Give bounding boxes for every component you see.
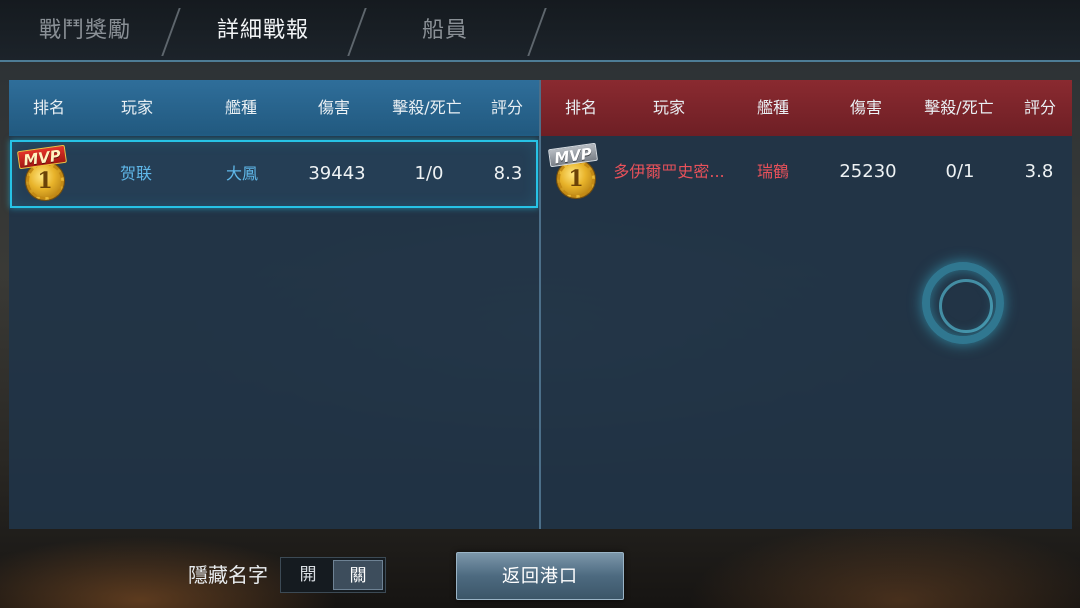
mvp-badge-silver: MVP 1 [547,142,599,200]
header-player: 玩家 [120,98,153,117]
header-player: 玩家 [652,98,685,117]
return-to-port-button[interactable]: 返回港口 [456,552,624,600]
score-value: 3.8 [1024,161,1054,182]
mvp-label: MVP [16,144,68,170]
tab-bar: 戰鬥獎勵 詳細戰報 船員 [0,0,1080,62]
tab-separator [347,8,367,56]
hide-names-toggle[interactable]: 開 關 [280,557,386,593]
score-value: 8.3 [493,163,523,184]
glow-ring-icon [922,262,1004,344]
header-score: 評分 [490,98,523,117]
enemy-header-row: 排名 玩家 艦種 傷害 擊殺/死亡 評分 [541,80,1072,136]
player-name: 多伊爾罒史密... [613,162,725,181]
header-score: 評分 [1023,98,1056,117]
mvp-badge-gold: MVP 1 [16,144,68,202]
header-rank: 排名 [564,98,597,117]
damage-value: 39443 [308,163,366,184]
ship-name: 瑞鶴 [756,162,789,181]
header-rank: 排名 [32,98,65,117]
header-kills-deaths: 擊殺/死亡 [924,98,994,117]
hide-names-label: 隱藏名字 [188,563,268,587]
ally-player-row[interactable]: MVP 1 贺联 大鳳 39443 1/0 8.3 [10,140,538,208]
header-damage: 傷害 [849,98,882,117]
tab-battle-rewards[interactable]: 戰鬥獎勵 [20,0,150,62]
player-name: 贺联 [119,164,152,183]
header-ship-type: 艦種 [224,98,257,117]
mvp-label: MVP [547,142,599,168]
hide-names-on-option[interactable]: 開 [283,560,333,590]
tab-separator [527,8,547,56]
header-ship-type: 艦種 [756,98,789,117]
header-damage: 傷害 [317,98,350,117]
kd-value: 0/1 [945,161,975,182]
ally-header-row: 排名 玩家 艦種 傷害 擊殺/死亡 評分 [9,80,539,136]
ship-name: 大鳳 [225,164,258,183]
tab-detailed-report[interactable]: 詳細戰報 [198,0,328,62]
tab-separator [161,8,181,56]
kd-value: 1/0 [414,163,444,184]
damage-value: 25230 [839,161,897,182]
enemy-player-row[interactable]: MVP 1 多伊爾罒史密... 瑞鶴 25230 0/1 3.8 [541,140,1072,208]
header-kills-deaths: 擊殺/死亡 [392,98,462,117]
ally-team-panel: 排名 玩家 艦種 傷害 擊殺/死亡 評分 MVP 1 贺联 大鳳 39443 1… [9,80,539,529]
tab-crew[interactable]: 船員 [380,0,510,62]
hide-names-off-option[interactable]: 關 [333,560,383,590]
